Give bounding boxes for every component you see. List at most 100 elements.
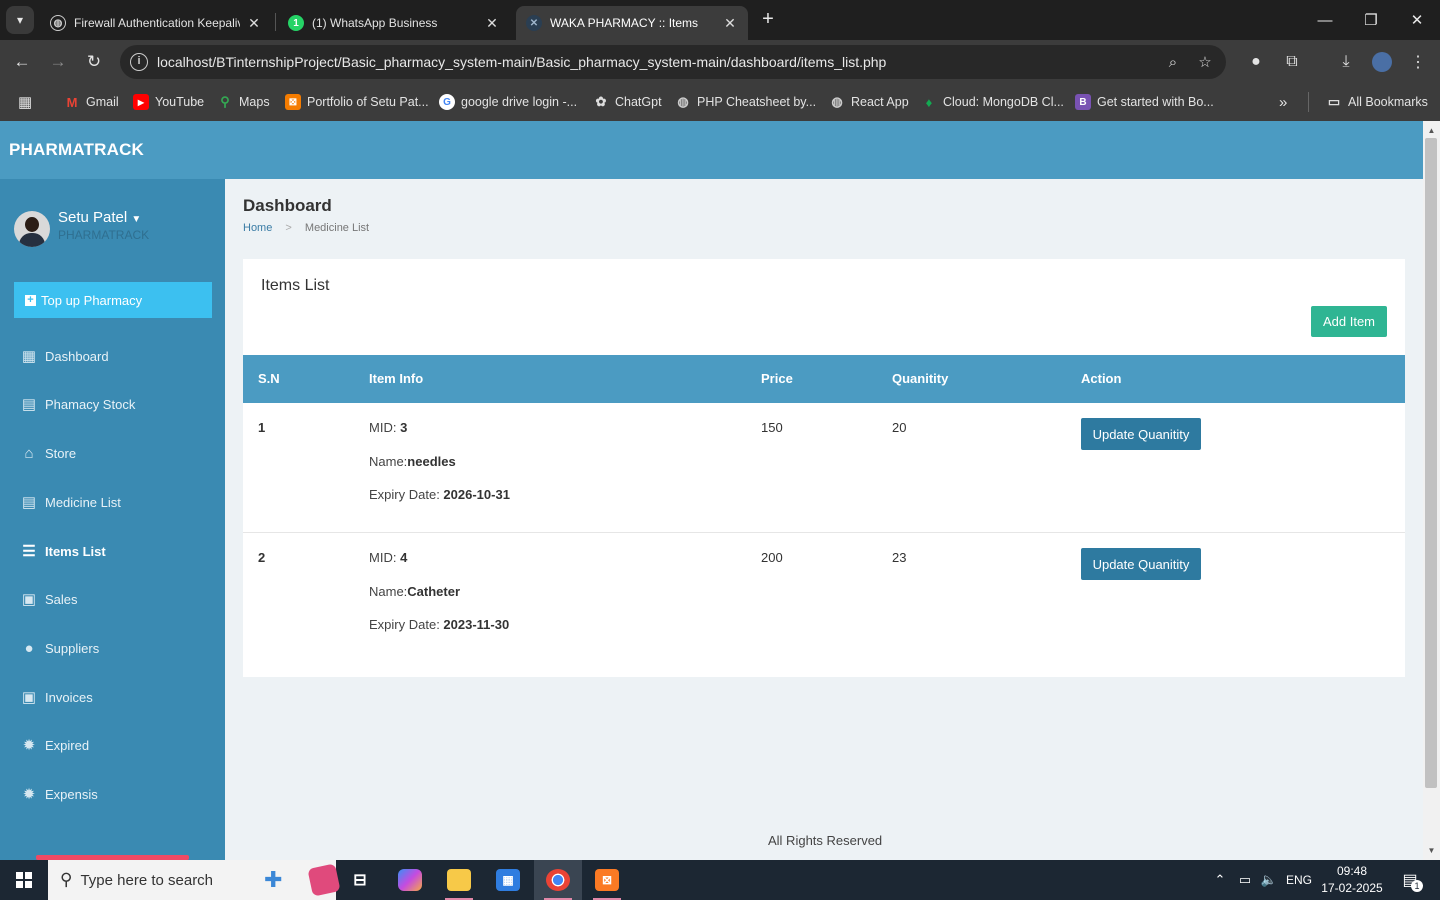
search-icon: ⚲ (60, 870, 73, 889)
bookmark-php-cheatsheet[interactable]: ◍ PHP Cheatsheet by... (675, 92, 816, 112)
mid-value: 3 (400, 420, 408, 435)
update-quantity-button[interactable]: Update Quanitity (1081, 418, 1201, 450)
zoom-icon[interactable]: ⌕ (1162, 51, 1184, 73)
tab-search-button[interactable]: ▾ (6, 6, 34, 34)
sidebar-item-medicine-list[interactable]: ▤ Medicine List (0, 482, 225, 522)
bookmark-label: Cloud: MongoDB Cl... (943, 95, 1064, 109)
network-icon[interactable]: ▭ (1234, 860, 1256, 900)
browser-tab-pharmacy[interactable]: ✕ WAKA PHARMACY :: Items ✕ (516, 6, 748, 40)
sidebar: Setu Patel ▼ PHARMATRACK + Top up Pharma… (0, 179, 225, 860)
bookmark-label: All Bookmarks (1348, 95, 1428, 109)
user-menu[interactable]: Setu Patel ▼ (58, 209, 141, 226)
bookmark-chatgpt[interactable]: ✿ ChatGpt (593, 92, 662, 112)
page-title: Dashboard (243, 196, 332, 215)
back-button[interactable]: ← (8, 48, 36, 76)
table-row: 1 MID: 3 Name:needles Expiry Date: 2026-… (243, 403, 1405, 533)
store-button[interactable]: ▦ (484, 860, 532, 900)
bookmark-portfolio[interactable]: ⊠ Portfolio of Setu Pat... (285, 92, 429, 112)
address-bar[interactable]: i localhost/BTinternshipProject/Basic_ph… (120, 45, 1226, 79)
bookmark-youtube[interactable]: ▶ YouTube (133, 92, 204, 112)
notification-count: 1 (1411, 880, 1423, 892)
maps-icon: ⚲ (220, 94, 230, 109)
file-explorer-button[interactable] (435, 860, 483, 900)
new-tab-button[interactable]: + (756, 8, 780, 32)
bookmark-label: React App (851, 95, 909, 109)
list-icon: ☰ (22, 543, 36, 560)
sidebar-item-label: Medicine List (45, 494, 121, 510)
url-text[interactable]: localhost/BTinternshipProject/Basic_phar… (157, 54, 886, 70)
bookmark-google-drive[interactable]: G google drive login -... (439, 92, 577, 112)
footer-text: All Rights Reserved (768, 833, 883, 848)
mid-label: MID: (369, 550, 401, 565)
sidebar-item-invoices[interactable]: ▣ Invoices (0, 677, 225, 717)
expiry-value: 2026-10-31 (443, 487, 510, 502)
sidebar-item-pharmacy-stock[interactable]: ▤ Phamacy Stock (0, 384, 225, 424)
clipboard-icon: ▤ (21, 494, 37, 511)
scroll-down-icon[interactable]: ▼ (1423, 843, 1440, 858)
download-icon[interactable]: ⤓ (1334, 50, 1358, 74)
money-icon: ▣ (21, 591, 37, 608)
bookmark-gmail[interactable]: M Gmail (64, 92, 119, 112)
close-icon[interactable]: ✕ (484, 15, 500, 32)
sidebar-item-sales[interactable]: ▣ Sales (0, 579, 225, 619)
xampp-button[interactable]: ⊠ (583, 860, 631, 900)
bookmark-star-icon[interactable]: ☆ (1194, 51, 1216, 73)
sidebar-item-label: Phamacy Stock (45, 396, 136, 412)
brand-logo-text[interactable]: PHARMATRACK (9, 140, 144, 160)
browser-tab-firewall[interactable]: ◍ Firewall Authentication Keepaliv ✕ (40, 6, 272, 40)
bookmark-label: PHP Cheatsheet by... (697, 95, 817, 109)
sidebar-item-label: Expensis (45, 786, 98, 802)
sidebar-item-expensis[interactable]: ✹ Expensis (0, 774, 225, 814)
copilot-button[interactable] (386, 860, 434, 900)
browser-menu-icon[interactable]: ⋮ (1406, 50, 1430, 74)
forward-button[interactable]: → (44, 48, 72, 76)
bookmark-mongodb[interactable]: ♦ Cloud: MongoDB Cl... (921, 92, 1064, 112)
apps-grid-icon[interactable]: ▦ (18, 92, 32, 112)
close-icon[interactable]: ✕ (246, 15, 262, 32)
update-quantity-button[interactable]: Update Quanitity (1081, 548, 1201, 580)
row-quantity: 23 (892, 550, 907, 565)
top-up-pharmacy-button[interactable]: + Top up Pharmacy (14, 282, 212, 318)
tab-title: WAKA PHARMACY :: Items (550, 16, 699, 30)
browser-tab-whatsapp[interactable]: 1 (1) WhatsApp Business ✕ (278, 6, 510, 40)
page-scrollbar[interactable]: ▲ ▼ (1423, 121, 1440, 860)
more-bookmarks-icon[interactable]: » (1279, 92, 1287, 112)
extension-circle-icon[interactable]: ● (1244, 50, 1268, 74)
sidebar-item-suppliers[interactable]: ● Suppliers (0, 628, 225, 668)
notifications-button[interactable]: ▤ 1 (1396, 860, 1424, 900)
profile-avatar-icon[interactable] (1370, 50, 1394, 74)
breadcrumb-home[interactable]: Home (243, 222, 272, 234)
close-icon[interactable]: ✕ (722, 15, 738, 32)
mongodb-icon: ♦ (925, 94, 933, 110)
chrome-button[interactable] (534, 860, 582, 900)
minimize-button[interactable]: — (1302, 0, 1348, 40)
all-bookmarks[interactable]: ▭ All Bookmarks (1326, 92, 1428, 112)
dashboard-icon: ▦ (21, 348, 37, 365)
clock[interactable]: 09:48 17-02-2025 (1318, 863, 1386, 897)
name-label: Name: (369, 453, 408, 469)
reload-button[interactable]: ↻ (80, 48, 108, 76)
sidebar-item-expired[interactable]: ✹ Expired (0, 725, 225, 765)
scroll-thumb[interactable] (1425, 138, 1437, 788)
google-icon: G (439, 94, 455, 110)
scroll-up-icon[interactable]: ▲ (1423, 123, 1440, 138)
language-indicator[interactable]: ENG (1284, 860, 1314, 900)
site-info-icon[interactable]: i (130, 53, 148, 71)
sidebar-item-items-list[interactable]: ☰ Items List (0, 531, 225, 571)
bookmark-bootstrap[interactable]: B Get started with Bo... (1075, 92, 1214, 112)
extensions-icon[interactable]: ⧉ (1280, 50, 1304, 74)
task-view-button[interactable]: ⊟ (336, 860, 384, 900)
bookmark-maps[interactable]: ⚲ Maps (217, 92, 269, 112)
volume-icon[interactable]: 🔈 (1258, 860, 1280, 900)
bookmark-react-app[interactable]: ◍ React App (829, 92, 909, 112)
sidebar-item-store[interactable]: ⌂ Store (0, 433, 225, 473)
taskbar-search[interactable]: ⚲ Type here to search ✚ (48, 860, 341, 900)
sidebar-item-dashboard[interactable]: ▦ Dashboard (0, 336, 225, 376)
globe-icon: ◍ (677, 94, 689, 109)
show-hidden-icons[interactable]: ⌃ (1210, 860, 1230, 900)
close-window-button[interactable]: ✕ (1394, 0, 1440, 40)
add-item-button[interactable]: Add Item (1311, 306, 1387, 337)
restore-button[interactable]: ❐ (1348, 0, 1394, 40)
start-button[interactable] (0, 860, 48, 900)
store-icon: ▦ (496, 869, 520, 891)
